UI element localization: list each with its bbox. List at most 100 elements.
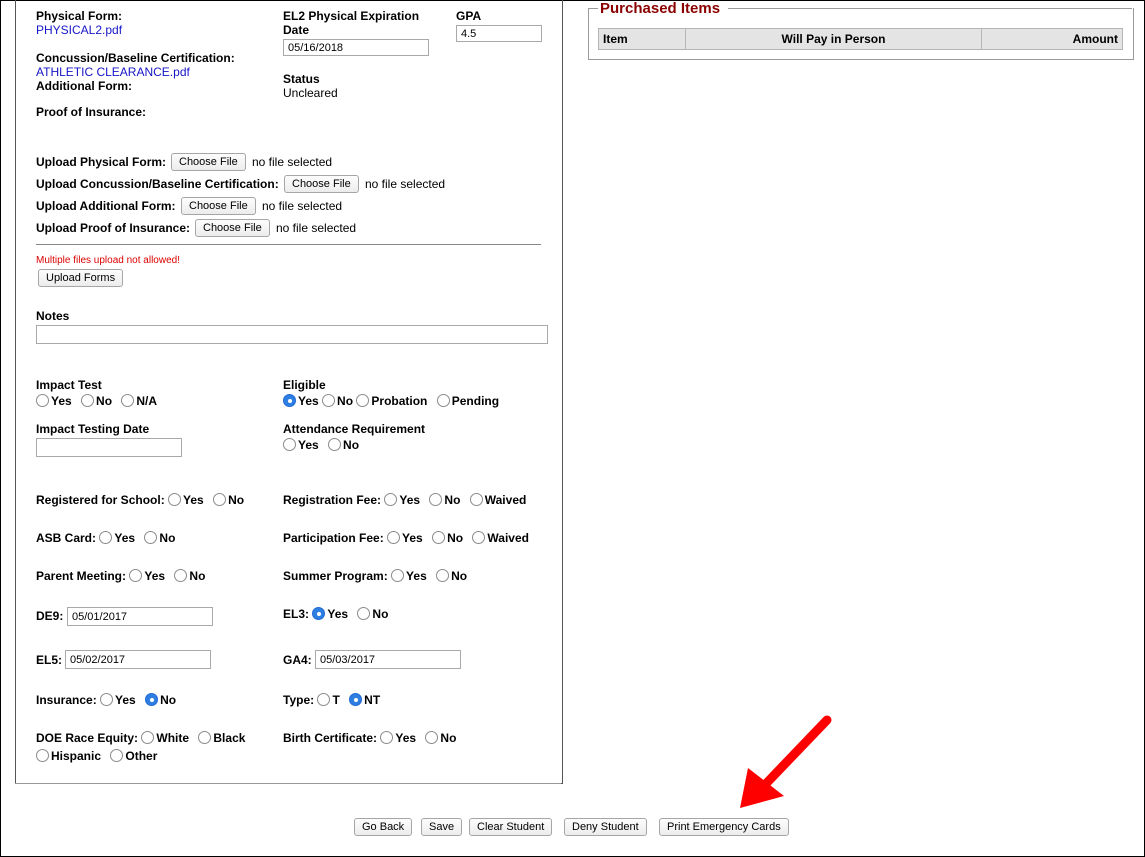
save-button[interactable]: Save: [421, 818, 463, 836]
choose-file-button[interactable]: Choose File: [284, 175, 359, 193]
insurance-group: Insurance: Yes No: [36, 693, 177, 707]
el3-yes-radio[interactable]: [312, 607, 326, 620]
reg-fee-group: Registration Fee: Yes No Waived: [283, 493, 527, 507]
file-status: no file selected: [262, 199, 343, 213]
gpa-label: GPA: [456, 9, 482, 23]
eligible-yes-radio[interactable]: [283, 394, 296, 407]
notes-input[interactable]: [36, 325, 548, 344]
gpa-input[interactable]: [456, 25, 542, 42]
eligible-probation-radio[interactable]: [356, 394, 370, 407]
race-group-line2: Hispanic Other: [36, 749, 157, 763]
physical-form-label: Physical Form:: [36, 9, 123, 23]
clear-student-button[interactable]: Clear Student: [469, 818, 553, 836]
reg-fee-waived-radio[interactable]: [469, 493, 483, 506]
purchased-items-legend: Purchased Items: [600, 0, 721, 17]
el5-input[interactable]: [65, 650, 211, 669]
reg-fee-yes-radio[interactable]: [384, 493, 398, 506]
birth-cert-no-radio[interactable]: [425, 731, 439, 744]
type-t-radio[interactable]: [317, 693, 331, 706]
eligible-pending-radio[interactable]: [436, 394, 450, 407]
birth-cert-yes-radio[interactable]: [380, 731, 394, 744]
type-nt-radio[interactable]: [349, 693, 363, 706]
summer-group: Summer Program: Yes No: [283, 569, 468, 583]
column-header-amount: Amount: [981, 28, 1123, 50]
el3-no-radio[interactable]: [357, 607, 371, 620]
print-emergency-cards-button[interactable]: Print Emergency Cards: [659, 818, 789, 836]
file-status: no file selected: [276, 221, 357, 235]
upload-physical-label: Upload Physical Form:: [36, 155, 167, 169]
file-status: no file selected: [252, 155, 333, 169]
asb-no-radio[interactable]: [144, 531, 158, 544]
file-status: no file selected: [365, 177, 446, 191]
impact-date-input[interactable]: [36, 438, 182, 457]
impact-test-no-radio[interactable]: [81, 394, 95, 407]
ga4-label: GA4:: [283, 653, 312, 667]
eligible-no-radio[interactable]: [322, 394, 336, 407]
birth-cert-group: Birth Certificate: Yes No: [283, 731, 457, 745]
registered-group: Registered for School: Yes No: [36, 493, 245, 507]
proof-insurance-label: Proof of Insurance:: [36, 105, 147, 119]
reg-fee-no-radio[interactable]: [429, 493, 443, 506]
part-fee-no-radio[interactable]: [432, 531, 446, 544]
part-fee-waived-radio[interactable]: [472, 531, 486, 544]
el2-date-input[interactable]: [283, 39, 429, 56]
race-other-radio[interactable]: [110, 749, 124, 762]
upload-proof-label: Upload Proof of Insurance:: [36, 221, 191, 235]
impact-test-yes-radio[interactable]: [36, 394, 49, 407]
deny-student-button[interactable]: Deny Student: [564, 818, 647, 836]
parent-meeting-yes-radio[interactable]: [129, 569, 143, 582]
parent-meeting-no-radio[interactable]: [174, 569, 188, 582]
race-black-radio[interactable]: [198, 731, 212, 744]
de9-label: DE9:: [36, 609, 64, 623]
parent-meeting-group: Parent Meeting: Yes No: [36, 569, 206, 583]
upload-warning: Multiple files upload not allowed!: [36, 255, 180, 266]
type-group: Type: T NT: [283, 693, 381, 707]
insurance-no-radio[interactable]: [145, 693, 159, 706]
de9-input[interactable]: [67, 607, 213, 626]
summer-no-radio[interactable]: [436, 569, 450, 582]
impact-date-label: Impact Testing Date: [36, 422, 150, 436]
impact-test-na-radio[interactable]: [121, 394, 135, 407]
insurance-yes-radio[interactable]: [100, 693, 114, 706]
physical-form-link[interactable]: PHYSICAL2.pdf: [36, 23, 122, 37]
eligible-label: Eligible: [283, 378, 326, 392]
asb-group: ASB Card: Yes No: [36, 531, 176, 545]
status-label: Status: [283, 72, 320, 86]
registered-no-radio[interactable]: [213, 493, 227, 506]
divider: [36, 244, 541, 245]
asb-yes-radio[interactable]: [99, 531, 113, 544]
attendance-yes-radio[interactable]: [283, 438, 296, 451]
part-fee-group: Participation Fee: Yes No Waived: [283, 531, 529, 545]
choose-file-button[interactable]: Choose File: [195, 219, 270, 237]
part-fee-yes-radio[interactable]: [387, 531, 401, 544]
el3-group: EL3: Yes No: [283, 607, 389, 621]
ga4-input[interactable]: [315, 650, 461, 669]
attendance-label: Attendance Requirement: [283, 422, 426, 436]
concussion-label: Concussion/Baseline Certification:: [36, 51, 235, 65]
upload-additional-label: Upload Additional Form:: [36, 199, 176, 213]
notes-label: Notes: [36, 309, 70, 323]
purchased-items-table: Item Will Pay in Person Amount: [598, 28, 1123, 50]
upload-forms-button[interactable]: Upload Forms: [38, 269, 124, 287]
additional-form-label: Additional Form:: [36, 79, 132, 93]
fieldset-border: [588, 8, 598, 9]
choose-file-button[interactable]: Choose File: [171, 153, 246, 171]
attendance-group: Yes No: [283, 438, 359, 452]
summer-yes-radio[interactable]: [391, 569, 405, 582]
annotation-arrow-icon: [740, 715, 832, 808]
form-panel-bottom-rule: [15, 783, 561, 784]
impact-test-label: Impact Test: [36, 378, 102, 392]
el5-label: EL5:: [36, 653, 63, 667]
registered-yes-radio[interactable]: [168, 493, 182, 506]
race-hispanic-radio[interactable]: [36, 749, 49, 762]
upload-concussion-label: Upload Concussion/Baseline Certification…: [36, 177, 279, 191]
race-white-radio[interactable]: [141, 731, 155, 744]
attendance-no-radio[interactable]: [328, 438, 342, 451]
go-back-button[interactable]: Go Back: [354, 818, 413, 836]
concussion-link[interactable]: ATHLETIC CLEARANCE.pdf: [36, 65, 190, 79]
column-header-item: Item: [598, 28, 686, 50]
race-group: DOE Race Equity: White Black: [36, 731, 246, 745]
status-value: Uncleared: [283, 86, 338, 100]
choose-file-button[interactable]: Choose File: [181, 197, 256, 215]
eligible-group: Yes No Probation Pending: [283, 394, 499, 408]
